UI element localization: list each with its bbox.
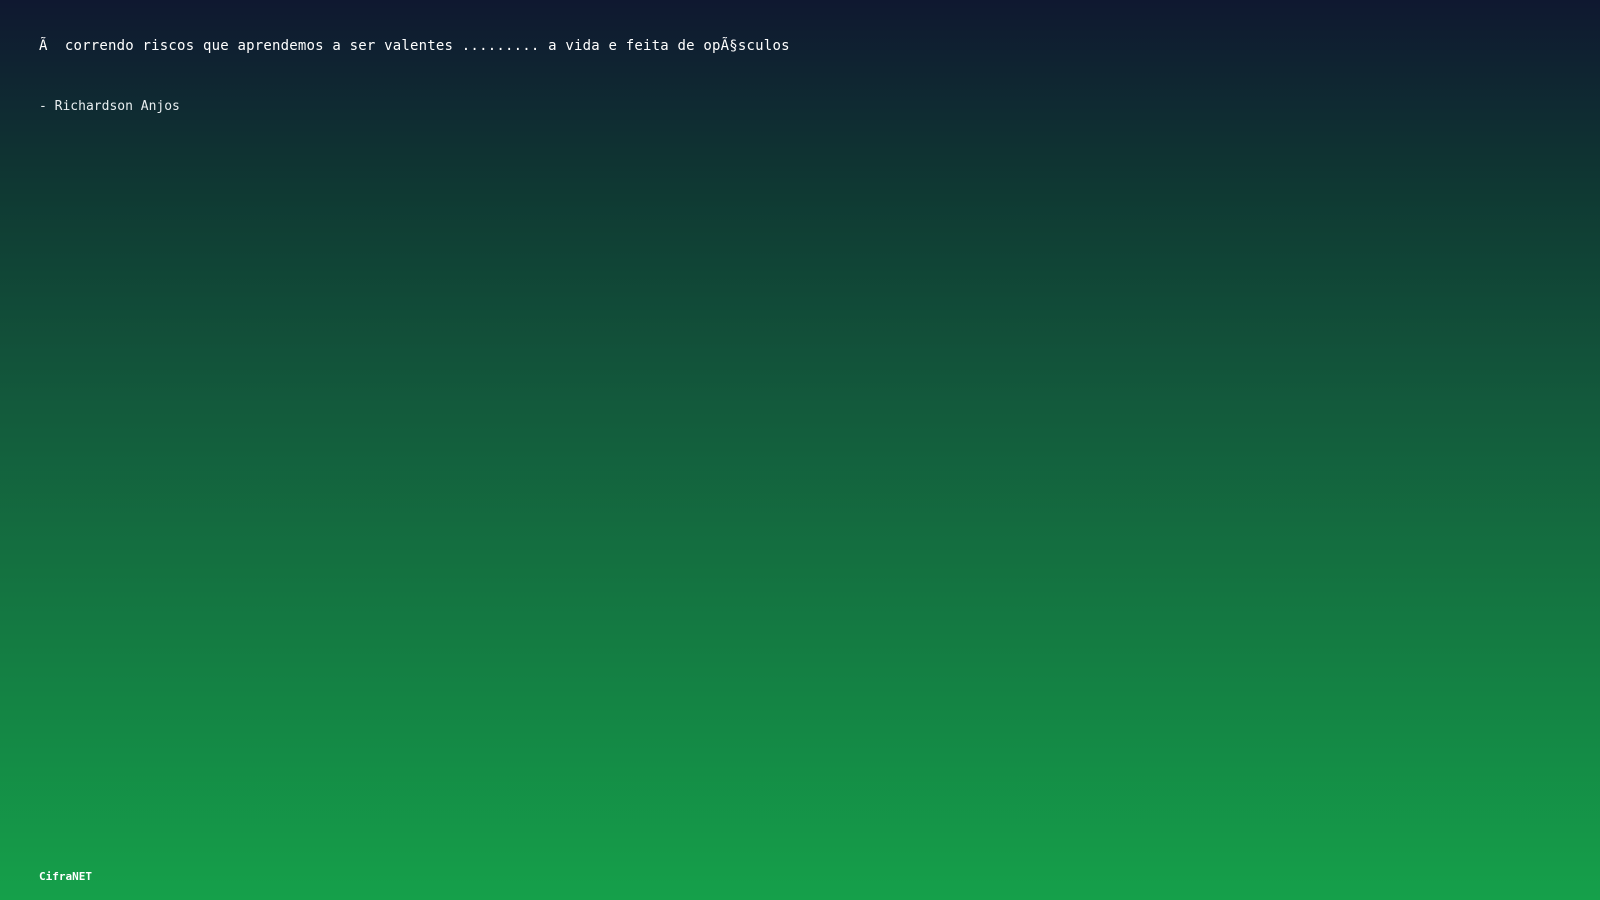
quote-author: - Richardson Anjos	[39, 99, 180, 114]
quote-screen: Ã correndo riscos que aprendemos a ser v…	[0, 0, 1600, 900]
brand-logo: CifraNET	[39, 870, 92, 883]
quote-text: Ã correndo riscos que aprendemos a ser v…	[39, 38, 790, 54]
